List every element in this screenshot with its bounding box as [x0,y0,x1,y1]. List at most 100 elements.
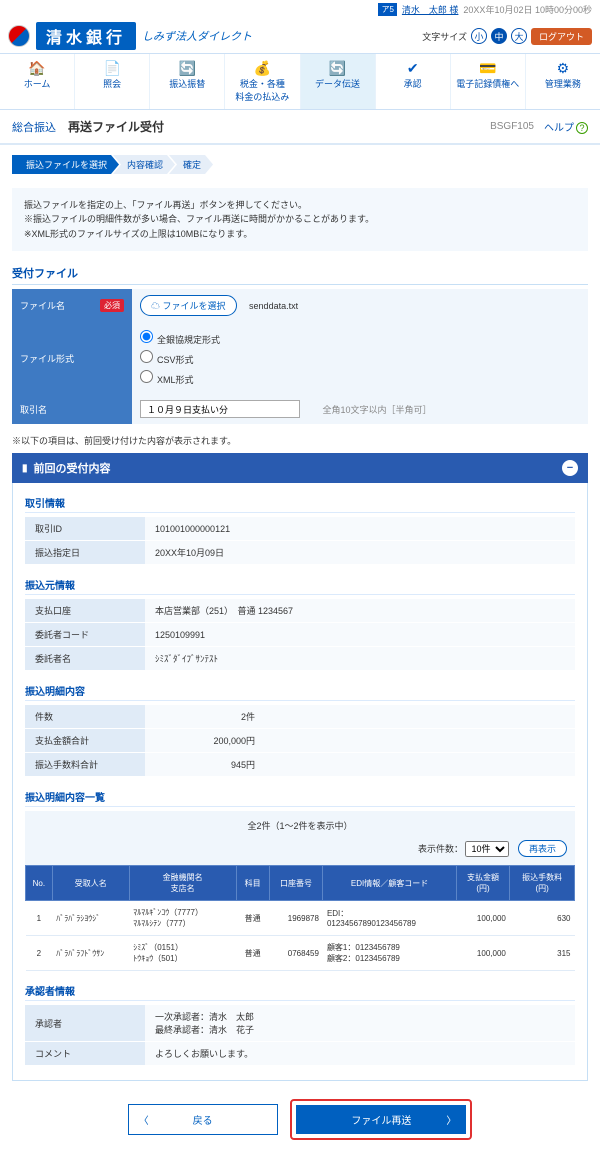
title-bar: 総合振込 再送ファイル受付 BSGF105 ヘルプ? [0,110,600,145]
prev-note: ※以下の項目は、前回受け付けた内容が表示されます。 [12,434,588,447]
recv-section-title: 受付ファイル [12,265,588,285]
txn-id-label: 取引ID [25,517,145,541]
nav-item-2[interactable]: 🔄振込振替 [150,54,225,109]
txn-name-label: 取引名 [12,394,132,424]
nav-icon: 📄 [77,60,147,77]
font-size-medium[interactable]: 中 [491,28,507,44]
redisplay-button[interactable]: 再表示 [518,840,567,857]
nav-item-5[interactable]: ✔承認 [376,54,451,109]
step-2: 確定 [169,155,213,174]
nav-item-7[interactable]: ⚙管理業務 [526,54,600,109]
sum-amt-label: 支払金額合計 [25,729,145,753]
main-nav: 🏠ホーム📄照会🔄振込振替💰税金・各種料金の払込み🔄データ伝送✔承認💳電子記録債権… [0,53,600,110]
screen-code: BSGF105 [490,121,534,132]
txn-id-value: 101001000000121 [145,517,575,541]
detail-table: No.受取人名金融機関名支店名科目口座番号EDI情報／顧客コード支払金額(円)振… [25,865,575,971]
sum-cnt-value: 2件 [145,705,265,729]
sum-title: 振込明細内容 [25,683,575,701]
col-header: 支払金額(円) [456,866,510,901]
nav-icon: ⚙ [528,60,598,77]
nav-item-4[interactable]: 🔄データ伝送 [301,54,376,109]
timestamp: 20XX年10月02日 10時00分00秒 [463,3,592,16]
sum-fee-value: 945円 [145,753,265,777]
action-bar: 戻る ファイル再送 [12,1081,588,1148]
src-acct-label: 支払口座 [25,599,145,623]
recv-form: ファイル名必須 ファイルを選択 senddata.txt ファイル形式 全銀協規… [12,289,588,424]
collapse-icon[interactable]: − [562,460,578,476]
required-badge: 必須 [100,299,124,312]
logout-button[interactable]: ログアウト [531,28,592,45]
nav-item-0[interactable]: 🏠ホーム [0,54,75,109]
help-icon: ? [576,122,588,134]
col-header: 金融機関名支店名 [129,866,236,901]
prev-panel-header: 前回の受付内容 − [12,453,588,483]
src-acct-value: 本店営業部（251） 普通 1234567 [145,599,575,623]
col-header: 口座番号 [269,866,323,901]
selected-filename: senddata.txt [249,301,298,311]
user-link[interactable]: 清水 太郎 様 [402,3,459,16]
format-radio-2[interactable]: XML形式 [140,368,580,388]
step-0: 振込ファイルを選択 [12,155,119,174]
col-header: EDI情報／顧客コード [323,866,456,901]
disp-label: 表示件数： [418,844,463,854]
src-name-value: ｼﾐｽﾞﾀﾞｲﾌﾞｻﾝﾃｽﾄ [145,647,575,671]
list-caption: 全2件（1～2件を表示中） [25,811,575,836]
file-resend-button[interactable]: ファイル再送 [296,1105,466,1134]
col-header: No. [26,866,53,901]
bank-logo-icon [8,25,30,47]
nav-icon: 🏠 [2,60,72,77]
file-select-button[interactable]: ファイルを選択 [140,295,237,316]
list-controls: 表示件数： 10件 再表示 [25,836,575,865]
nav-icon: 🔄 [152,60,222,77]
format-label: ファイル形式 [12,322,132,394]
prev-panel-body: 取引情報 取引ID101001000000121 振込指定日20XX年10月09… [12,483,588,1081]
font-size-label: 文字サイズ [422,30,467,43]
comment-value: よろしくお願いします。 [145,1042,575,1066]
src-code-label: 委託者コード [25,623,145,647]
service-name: しみず法人ダイレクト [142,28,252,44]
comment-label: コメント [25,1042,145,1066]
src-info-title: 振込元情報 [25,577,575,595]
top-bar: ア5 清水 太郎 様 20XX年10月02日 10時00分00秒 [0,0,600,19]
txn-info-title: 取引情報 [25,495,575,513]
txn-date-label: 振込指定日 [25,541,145,565]
src-name-label: 委託者名 [25,647,145,671]
col-header: 科目 [236,866,269,901]
font-size-small[interactable]: 小 [471,28,487,44]
back-button[interactable]: 戻る [128,1104,278,1135]
table-row: 1ﾊﾞﾗﾊﾞﾗｼﾖｳｼﾞﾏﾙﾏﾙｷﾞﾝｺｳ（7777）ﾏﾙﾏﾙｼﾃﾝ（777）普… [26,901,575,936]
step-indicator: 振込ファイルを選択内容確認確定 [0,145,600,184]
main-button-highlight: ファイル再送 [290,1099,472,1140]
nav-item-6[interactable]: 💳電子記録債権へ [451,54,526,109]
file-label: ファイル名必須 [12,289,132,322]
txn-date-value: 20XX年10月09日 [145,541,575,565]
format-radio-0[interactable]: 全銀協規定形式 [140,328,580,348]
approver-label: 承認者 [25,1005,145,1042]
sum-amt-value: 200,000円 [145,729,265,753]
format-radio-1[interactable]: CSV形式 [140,348,580,368]
nav-icon: 🔄 [303,60,373,77]
col-header: 受取人名 [52,866,129,901]
sum-fee-label: 振込手数料合計 [25,753,145,777]
txn-name-input[interactable] [140,400,300,418]
instructions: 振込ファイルを指定の上、「ファイル再送」ボタンを押してください。※振込ファイルの… [12,188,588,251]
bank-name: 清水銀行 [36,22,136,50]
nav-icon: 💰 [227,60,297,77]
help-link[interactable]: ヘルプ? [544,119,588,134]
category: 総合振込 [12,119,56,135]
nav-item-3[interactable]: 💰税金・各種料金の払込み [225,54,300,109]
font-size-large[interactable]: 大 [511,28,527,44]
src-code-value: 1250109991 [145,623,575,647]
user-badge-icon: ア5 [378,3,396,16]
sum-cnt-label: 件数 [25,705,145,729]
nav-item-1[interactable]: 📄照会 [75,54,150,109]
table-row: 2ﾊﾞﾗﾊﾞﾗﾌﾄﾞｳｻﾝｼﾐｽﾞ（0151）ﾄｳｷｮｳ（501）普通07684… [26,936,575,971]
step-1: 内容確認 [113,155,175,174]
txn-name-hint: 全角10文字以内［半角可］ [323,405,432,415]
col-header: 振込手数料(円) [510,866,575,901]
appr-title: 承認者情報 [25,983,575,1001]
nav-icon: 💳 [453,60,523,77]
page-title: 再送ファイル受付 [68,118,164,135]
approver-value: 一次承認者：清水 太郎最終承認者：清水 花子 [145,1005,575,1042]
disp-select[interactable]: 10件 [465,841,509,857]
